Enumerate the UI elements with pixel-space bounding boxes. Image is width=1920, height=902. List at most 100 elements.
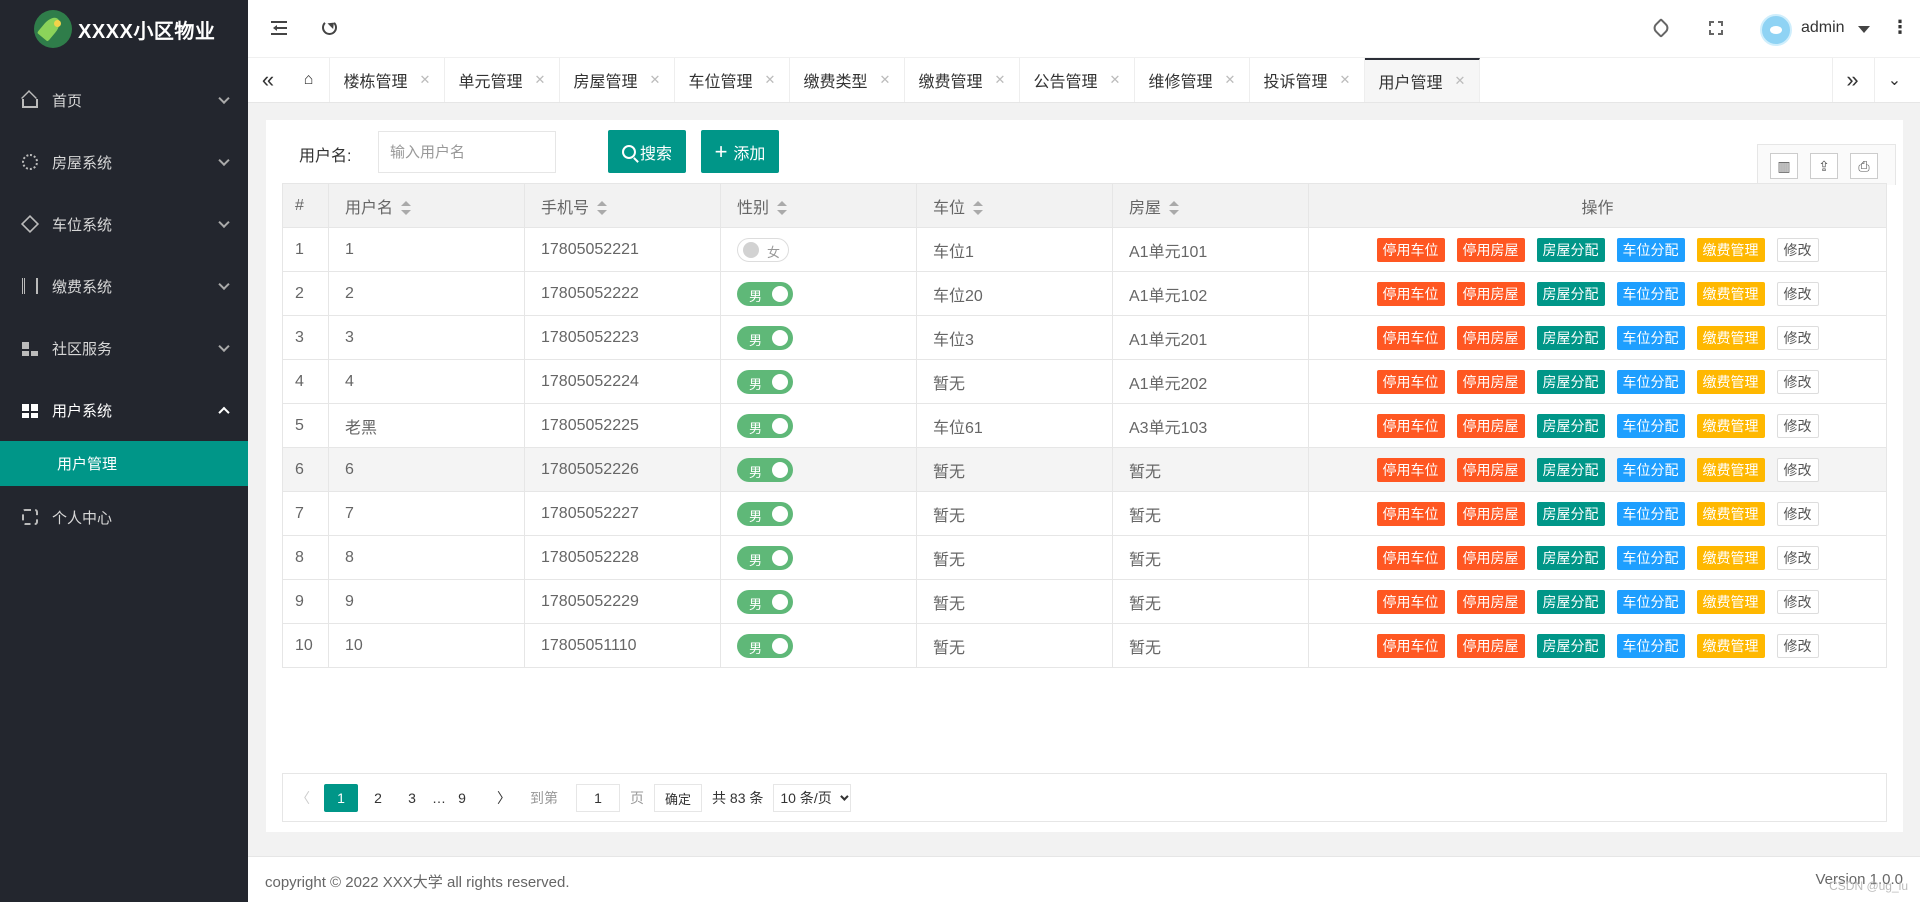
gender-switch[interactable]: 男 <box>737 545 793 570</box>
page-3[interactable]: 3 <box>398 784 426 812</box>
disable-house-button[interactable]: 停用房屋 <box>1456 545 1525 570</box>
gender-switch[interactable]: 男 <box>737 589 793 614</box>
next-page-icon[interactable]: 〉 <box>490 784 518 812</box>
tab-fee-type[interactable]: 缴费类型 ✕ <box>790 58 905 102</box>
gender-switch[interactable]: 男 <box>737 281 793 306</box>
assign-house-button[interactable]: 房屋分配 <box>1536 457 1605 482</box>
gender-switch[interactable]: 男 <box>737 633 793 658</box>
gender-switch[interactable]: 女 <box>737 237 789 262</box>
search-button[interactable]: 搜索 <box>608 130 686 173</box>
sidebar-item-community-service[interactable]: 社区服务 <box>0 317 248 379</box>
fullscreen-icon[interactable] <box>1709 21 1723 35</box>
collapse-menu-icon[interactable] <box>271 21 287 35</box>
tab-house[interactable]: 房屋管理 ✕ <box>560 58 675 102</box>
assign-parking-button[interactable]: 车位分配 <box>1616 413 1685 438</box>
fee-management-button[interactable]: 缴费管理 <box>1696 237 1765 262</box>
column-header-phone[interactable]: 手机号 <box>524 183 721 228</box>
disable-house-button[interactable]: 停用房屋 <box>1456 501 1525 526</box>
column-header-gender[interactable]: 性别 <box>720 183 917 228</box>
tag-icon[interactable] <box>1651 18 1671 38</box>
assign-parking-button[interactable]: 车位分配 <box>1616 369 1685 394</box>
disable-parking-button[interactable]: 停用车位 <box>1376 589 1445 614</box>
disable-house-button[interactable]: 停用房屋 <box>1456 457 1525 482</box>
fee-management-button[interactable]: 缴费管理 <box>1696 369 1765 394</box>
gender-switch[interactable]: 男 <box>737 457 793 482</box>
disable-house-button[interactable]: 停用房屋 <box>1456 281 1525 306</box>
disable-parking-button[interactable]: 停用车位 <box>1376 501 1445 526</box>
more-vertical-icon[interactable]: ⋮ <box>1891 17 1909 38</box>
tab-scroll-left-icon[interactable]: « <box>248 58 288 102</box>
assign-house-button[interactable]: 房屋分配 <box>1536 325 1605 350</box>
assign-parking-button[interactable]: 车位分配 <box>1616 325 1685 350</box>
disable-parking-button[interactable]: 停用车位 <box>1376 281 1445 306</box>
close-icon[interactable]: ✕ <box>650 72 661 88</box>
gender-switch[interactable]: 男 <box>737 413 793 438</box>
tab-scroll-right-icon[interactable]: » <box>1832 58 1872 102</box>
assign-parking-button[interactable]: 车位分配 <box>1616 545 1685 570</box>
assign-house-button[interactable]: 房屋分配 <box>1536 413 1605 438</box>
assign-parking-button[interactable]: 车位分配 <box>1616 633 1685 658</box>
sidebar-item-personal-center[interactable]: 个人中心 <box>0 486 248 548</box>
fee-management-button[interactable]: 缴费管理 <box>1696 633 1765 658</box>
edit-button[interactable]: 修改 <box>1776 325 1819 350</box>
export-icon[interactable]: ⇪ <box>1810 153 1838 179</box>
disable-parking-button[interactable]: 停用车位 <box>1376 633 1445 658</box>
print-icon[interactable]: ⎙ <box>1850 153 1878 179</box>
caret-down-icon[interactable] <box>1858 26 1870 39</box>
disable-parking-button[interactable]: 停用车位 <box>1376 369 1445 394</box>
tab-parking[interactable]: 车位管理 ✕ <box>675 58 790 102</box>
fee-management-button[interactable]: 缴费管理 <box>1696 545 1765 570</box>
assign-parking-button[interactable]: 车位分配 <box>1616 501 1685 526</box>
fee-management-button[interactable]: 缴费管理 <box>1696 413 1765 438</box>
close-icon[interactable]: ✕ <box>765 72 776 88</box>
sidebar-item-parking-system[interactable]: 车位系统 <box>0 193 248 255</box>
disable-house-button[interactable]: 停用房屋 <box>1456 369 1525 394</box>
sort-icon[interactable] <box>1169 201 1180 216</box>
goto-confirm-button[interactable]: 确定 <box>654 784 703 812</box>
close-icon[interactable]: ✕ <box>1225 72 1236 88</box>
search-input[interactable] <box>378 131 556 173</box>
tab-fee-management[interactable]: 缴费管理 ✕ <box>905 58 1020 102</box>
fee-management-button[interactable]: 缴费管理 <box>1696 325 1765 350</box>
assign-house-button[interactable]: 房屋分配 <box>1536 545 1605 570</box>
chevron-down-icon[interactable]: ⌄ <box>1874 58 1914 102</box>
page-9[interactable]: 9 <box>448 784 476 812</box>
close-icon[interactable]: ✕ <box>535 72 546 88</box>
add-button[interactable]: + 添加 <box>701 130 779 173</box>
assign-house-button[interactable]: 房屋分配 <box>1536 281 1605 306</box>
page-1[interactable]: 1 <box>324 784 358 812</box>
close-icon[interactable]: ✕ <box>880 72 891 88</box>
disable-house-button[interactable]: 停用房屋 <box>1456 237 1525 262</box>
avatar[interactable] <box>1760 14 1792 46</box>
assign-house-button[interactable]: 房屋分配 <box>1536 633 1605 658</box>
edit-button[interactable]: 修改 <box>1776 633 1819 658</box>
disable-house-button[interactable]: 停用房屋 <box>1456 633 1525 658</box>
column-header-parking[interactable]: 车位 <box>916 183 1113 228</box>
sidebar-item-house-system[interactable]: 房屋系统 <box>0 131 248 193</box>
tab-unit[interactable]: 单元管理 ✕ <box>445 58 560 102</box>
gender-switch[interactable]: 男 <box>737 325 793 350</box>
tab-user-management[interactable]: 用户管理 ✕ <box>1365 58 1480 102</box>
tab-notice[interactable]: 公告管理 ✕ <box>1020 58 1135 102</box>
sort-icon[interactable] <box>401 201 412 216</box>
disable-parking-button[interactable]: 停用车位 <box>1376 545 1445 570</box>
fee-management-button[interactable]: 缴费管理 <box>1696 589 1765 614</box>
prev-page-icon[interactable]: 〈 <box>288 784 318 812</box>
edit-button[interactable]: 修改 <box>1776 281 1819 306</box>
gender-switch[interactable]: 男 <box>737 369 793 394</box>
page-2[interactable]: 2 <box>364 784 392 812</box>
sidebar-item-user-system[interactable]: 用户系统 <box>0 379 248 441</box>
assign-house-button[interactable]: 房屋分配 <box>1536 369 1605 394</box>
assign-house-button[interactable]: 房屋分配 <box>1536 589 1605 614</box>
sort-icon[interactable] <box>777 201 788 216</box>
edit-button[interactable]: 修改 <box>1776 237 1819 262</box>
column-header-house[interactable]: 房屋 <box>1112 183 1309 228</box>
close-icon[interactable]: ✕ <box>1340 72 1351 88</box>
fee-management-button[interactable]: 缴费管理 <box>1696 501 1765 526</box>
disable-house-button[interactable]: 停用房屋 <box>1456 413 1525 438</box>
sort-icon[interactable] <box>973 201 984 216</box>
refresh-icon[interactable] <box>322 20 337 35</box>
column-header-username[interactable]: 用户名 <box>328 183 525 228</box>
disable-house-button[interactable]: 停用房屋 <box>1456 589 1525 614</box>
edit-button[interactable]: 修改 <box>1776 413 1819 438</box>
